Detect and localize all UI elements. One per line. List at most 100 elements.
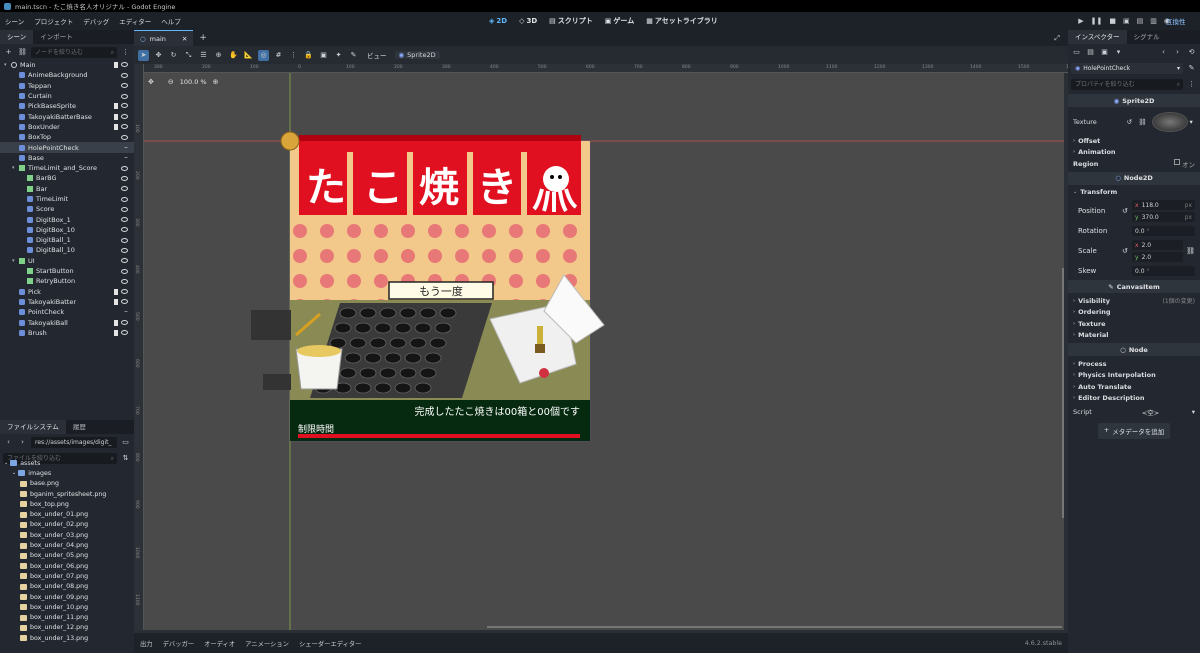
renderer-selector[interactable]: 互換性 — [1166, 12, 1186, 29]
visibility-eye-icon[interactable] — [121, 298, 128, 304]
revert-icon[interactable]: ↺ — [1127, 118, 1132, 126]
file-item[interactable]: box_under_07.png — [4, 571, 134, 581]
skew-field[interactable]: 0.0 ° — [1132, 266, 1195, 276]
teppan-hole[interactable] — [379, 307, 397, 319]
teppan-hole[interactable] — [419, 307, 437, 319]
chevron-down-icon[interactable]: ▾ — [12, 258, 17, 264]
visibility-eye-icon[interactable] — [121, 278, 128, 284]
category-editor-description[interactable]: › Editor Description — [1068, 393, 1200, 405]
scene-node[interactable]: HolePointCheck ⌣ — [0, 142, 134, 153]
visibility-eye-icon[interactable] — [121, 165, 128, 171]
viewport-hscroll[interactable] — [487, 626, 1062, 628]
file-item[interactable]: box_under_03.png — [4, 530, 134, 540]
menu-debug[interactable]: デバッグ — [78, 16, 114, 26]
file-item[interactable]: box_under_10.png — [4, 602, 134, 612]
scene-node[interactable]: DigitBall_1 — [0, 235, 134, 245]
link-icon[interactable]: ⛓ — [1138, 118, 1146, 126]
scene-node[interactable]: DigitBox_10 — [0, 225, 134, 235]
scene-node[interactable]: TakoyakiBatter — [0, 297, 134, 307]
tab-filesystem[interactable]: ファイルシステム — [0, 420, 66, 434]
visibility-eye-icon[interactable] — [121, 227, 128, 233]
teppan-hole[interactable] — [364, 352, 382, 364]
category-offset[interactable]: › Offset — [1068, 135, 1200, 147]
chevron-down-icon[interactable]: ▾ — [1190, 118, 1193, 126]
scene-node[interactable]: StartButton — [0, 266, 134, 276]
options-icon[interactable]: ⋮ — [1186, 79, 1197, 90]
file-item[interactable]: box_under_11.png — [4, 612, 134, 622]
visibility-eye-icon[interactable] — [121, 93, 128, 99]
history-forward-icon[interactable]: › — [1172, 47, 1183, 58]
teppan-hole[interactable] — [334, 322, 352, 334]
link-icon[interactable]: ⛓ — [1186, 247, 1195, 255]
back-icon[interactable]: ‹ — [3, 437, 14, 448]
view-menu[interactable]: ビュー — [363, 50, 391, 60]
link-icon[interactable]: ⛓ — [17, 47, 28, 58]
teppan-hole[interactable] — [424, 352, 442, 364]
object-selector[interactable]: ◉ HolePointCheck ▾ — [1071, 62, 1183, 74]
zoom-out-icon[interactable]: ⊖ — [168, 78, 174, 86]
teppan-hole[interactable] — [429, 337, 447, 349]
workspace-script[interactable]: ▤ スクリプト — [543, 16, 599, 26]
visibility-eye-icon[interactable] — [121, 237, 128, 243]
tab-shader-editor[interactable]: シェーダーエディター — [299, 639, 362, 648]
scene-node[interactable]: Bar — [0, 184, 134, 194]
forward-icon[interactable]: › — [17, 437, 28, 448]
position-y-field[interactable]: y 370.0 px — [1132, 212, 1195, 222]
load-resource-icon[interactable]: ▤ — [1085, 47, 1096, 58]
chevron-down-icon[interactable]: ⌄ — [4, 460, 8, 466]
teppan-hole[interactable] — [389, 337, 407, 349]
scene-node[interactable]: BoxUnder — [0, 122, 134, 132]
viewport-vscroll[interactable] — [1062, 268, 1064, 518]
stop-icon[interactable]: ■ — [1109, 17, 1116, 25]
category-texture[interactable]: › Texture — [1068, 318, 1200, 330]
category-ordering[interactable]: › Ordering — [1068, 307, 1200, 319]
teppan-hole[interactable] — [439, 307, 457, 319]
file-item[interactable]: box_under_01.png — [4, 509, 134, 519]
visibility-eye-icon[interactable] — [121, 62, 128, 68]
tab-inspector[interactable]: インスペクター — [1068, 30, 1127, 44]
history-icon[interactable]: ⟲ — [1186, 47, 1197, 58]
scene-node[interactable]: BoxTop — [0, 132, 134, 142]
pause-icon[interactable]: ❚❚ — [1091, 17, 1103, 25]
rotation-field[interactable]: 0.0 ° — [1132, 226, 1195, 236]
folder-item[interactable]: ⌄ images — [4, 468, 134, 478]
visibility-eye-icon[interactable] — [121, 123, 128, 129]
visibility-eye-icon[interactable] — [121, 206, 128, 212]
scene-node[interactable]: Score — [0, 204, 134, 214]
more-icon[interactable]: ⋮ — [120, 47, 131, 58]
teppan-hole[interactable] — [354, 382, 372, 394]
select-tool-icon[interactable]: ➤ — [138, 49, 149, 61]
teppan-hole[interactable] — [374, 382, 392, 394]
visibility-eye-icon[interactable] — [121, 319, 128, 325]
workspace-2d[interactable]: ◈ 2D — [483, 17, 513, 25]
workspace-assetlib[interactable]: ▦ アセットライブラリ — [640, 16, 724, 26]
scale-y-field[interactable]: y 2.0 — [1132, 252, 1184, 262]
texture-preview[interactable] — [1151, 112, 1188, 132]
property-filter-input[interactable]: プロパティを絞り込む ⌕ — [1071, 78, 1183, 90]
visibility-eye-icon[interactable] — [121, 258, 128, 264]
file-item[interactable]: base.png — [4, 479, 134, 489]
visibility-eye-icon[interactable] — [121, 113, 128, 119]
teppan-hole[interactable] — [399, 307, 417, 319]
scene-node[interactable]: TakoyakiBall — [0, 317, 134, 327]
scene-node[interactable]: BarBG — [0, 173, 134, 183]
close-icon[interactable]: ✕ — [182, 35, 187, 43]
visibility-hidden-icon[interactable]: ⌣ — [124, 154, 128, 162]
script-icon[interactable] — [114, 62, 118, 69]
script-icon[interactable] — [114, 319, 118, 326]
scene-node[interactable]: Brush — [0, 328, 134, 338]
pin-icon[interactable]: ✎ — [348, 50, 359, 61]
sort-icon[interactable]: ⇅ — [120, 453, 131, 464]
play-icon[interactable]: ▶ — [1078, 17, 1083, 25]
category-transform[interactable]: ⌄ Transform — [1068, 187, 1200, 199]
teppan-hole[interactable] — [359, 367, 377, 379]
region-toggle[interactable]: オン — [1174, 158, 1195, 169]
teppan-hole[interactable] — [379, 367, 397, 379]
file-item[interactable]: box_under_12.png — [4, 623, 134, 633]
scene-node[interactable]: DigitBall_10 — [0, 245, 134, 255]
scene-node[interactable]: ▾ Main — [0, 60, 134, 70]
workspace-3d[interactable]: ◇ 3D — [513, 17, 543, 25]
resource-menu-icon[interactable]: ▾ — [1113, 47, 1124, 58]
file-item[interactable]: box_under_04.png — [4, 540, 134, 550]
file-item[interactable]: box_under_02.png — [4, 520, 134, 530]
